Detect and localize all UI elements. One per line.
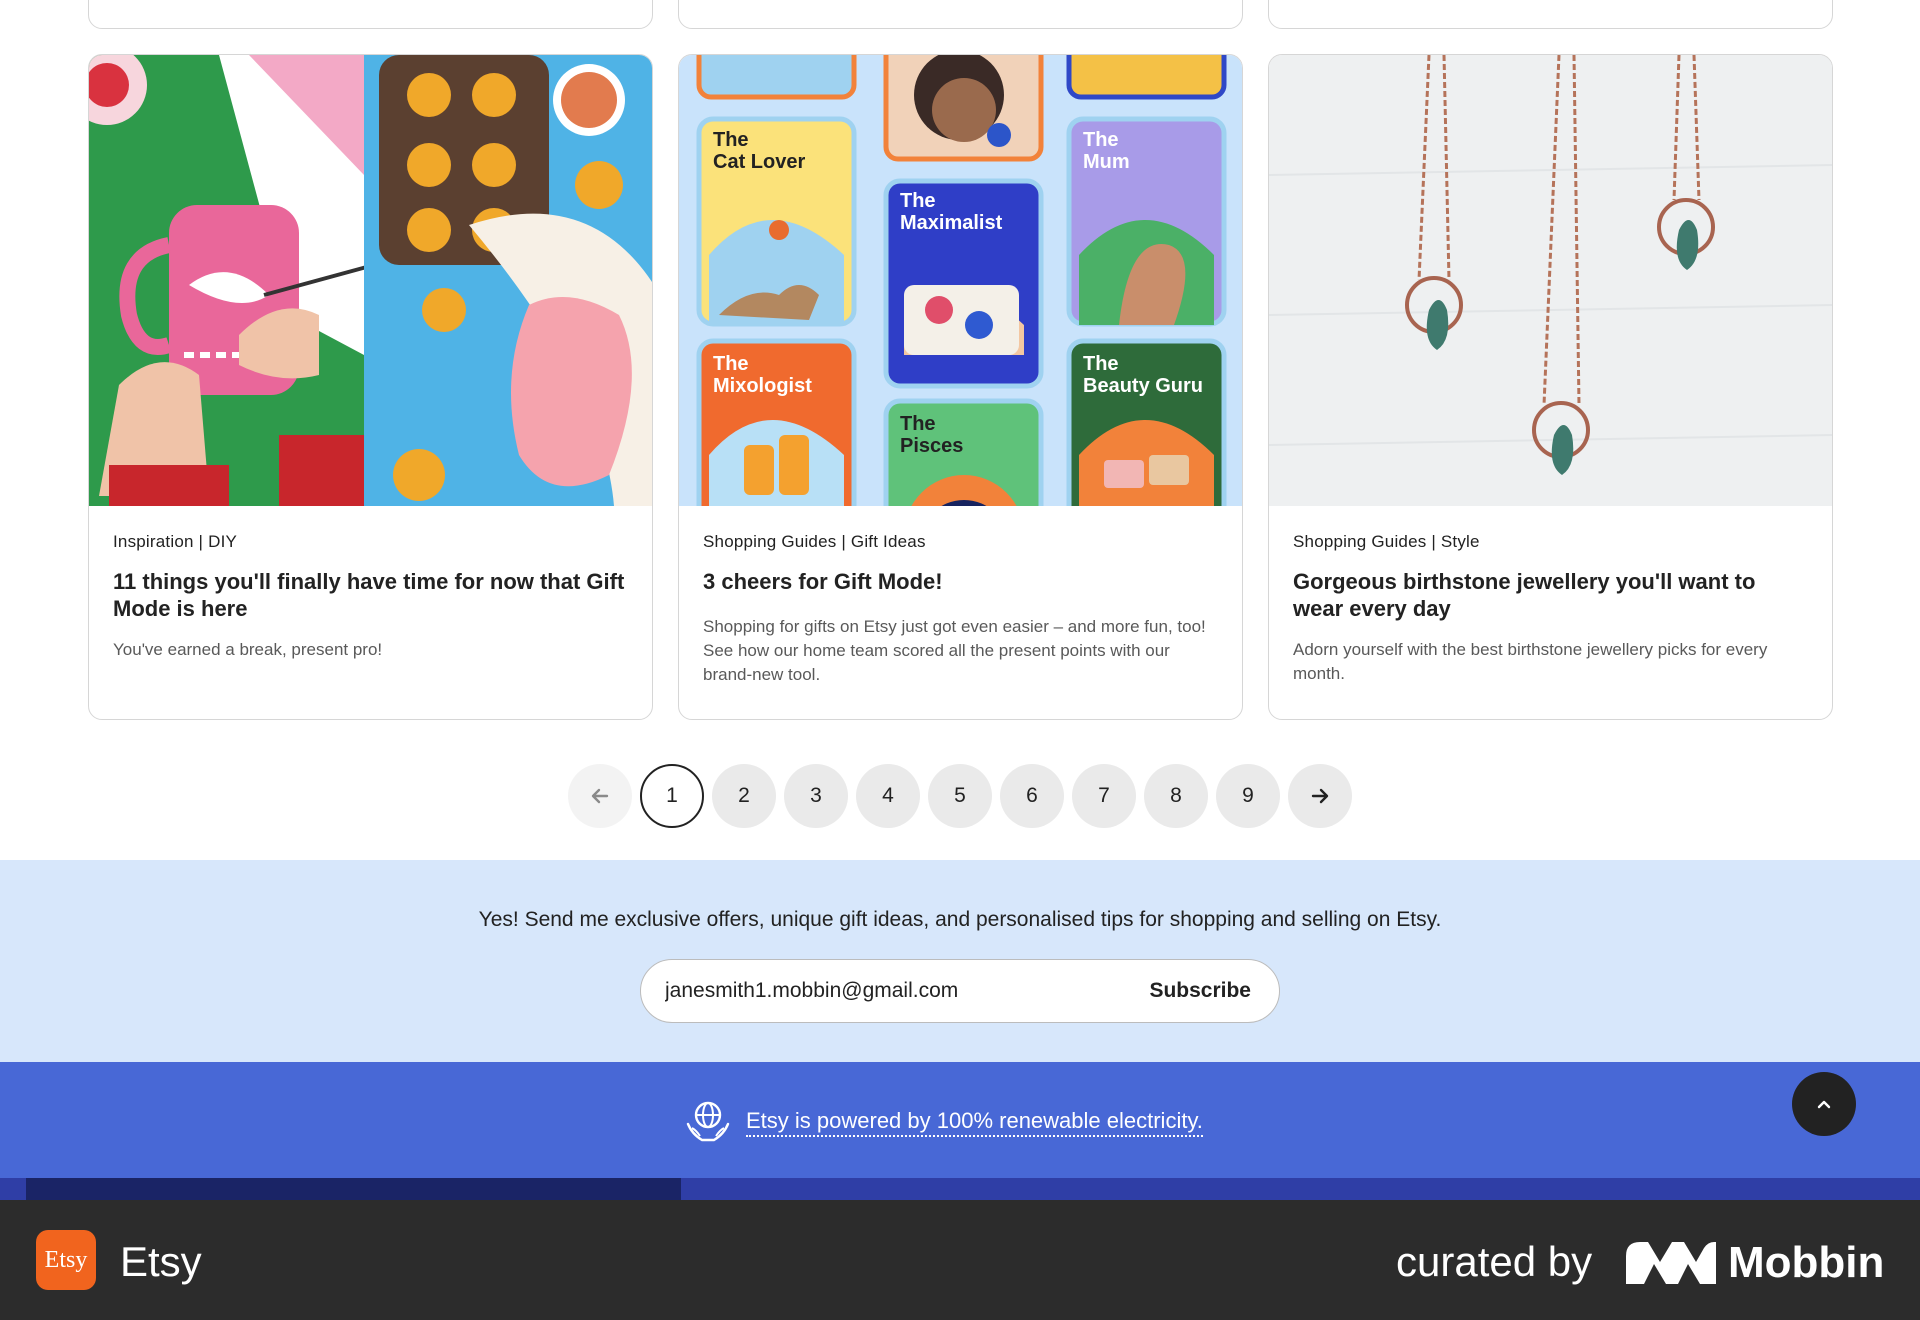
pagination: 1 2 3 4 5 6 7 8 9 xyxy=(568,764,1352,828)
page-button-4[interactable]: 4 xyxy=(856,764,920,828)
article-card-top-3[interactable] xyxy=(1268,0,1833,29)
article-image-gift-mode[interactable]: The Cat Lover The Maximalist The Mum The Mix… xyxy=(679,55,1242,506)
renewable-link[interactable]: Etsy is powered by 100% renewable electr… xyxy=(746,1108,1203,1137)
next-page-button[interactable] xyxy=(1288,764,1352,828)
tile-cat-lover: The Cat Lover xyxy=(713,129,806,173)
app-name: Etsy xyxy=(120,1238,202,1285)
article-card[interactable]: The Cat Lover The Maximalist The Mum The Mix… xyxy=(678,54,1243,720)
article-description: Shopping for gifts on Etsy just got even… xyxy=(703,617,1206,684)
page-button-3[interactable]: 3 xyxy=(784,764,848,828)
arrow-left-icon xyxy=(591,788,609,804)
article-title[interactable]: 3 cheers for Gift Mode! xyxy=(703,568,1218,595)
article-card[interactable]: Shopping Guides | Style Gorgeous birthst… xyxy=(1268,54,1833,720)
article-title[interactable]: Gorgeous birthstone jewellery you'll wan… xyxy=(1293,568,1808,622)
arrow-right-icon xyxy=(1311,788,1329,804)
page-button-7[interactable]: 7 xyxy=(1072,764,1136,828)
page-button-1[interactable]: 1 xyxy=(640,764,704,828)
article-card[interactable]: Inspiration | DIY 11 things you'll final… xyxy=(88,54,653,720)
article-category: Shopping Guides | Style xyxy=(1293,532,1480,551)
tile-pisces: The Pisces xyxy=(900,413,964,457)
page-button-5[interactable]: 5 xyxy=(928,764,992,828)
curated-by-label: curated by xyxy=(1396,1238,1593,1285)
tile-maximalist: The Maximalist xyxy=(900,190,1003,234)
article-card-top-1[interactable] xyxy=(88,0,653,29)
chevron-up-icon xyxy=(1817,1100,1831,1109)
page-button-8[interactable]: 8 xyxy=(1144,764,1208,828)
mobbin-wordmark: Mobbin xyxy=(1728,1238,1885,1287)
tile-beauty-guru: The Beauty Guru xyxy=(1083,353,1204,397)
subscribe-button[interactable]: Subscribe xyxy=(1149,960,1251,1022)
page-button-6[interactable]: 6 xyxy=(1000,764,1064,828)
renewable-banner: Etsy is powered by 100% renewable electr… xyxy=(0,1062,1920,1178)
article-category: Inspiration | DIY xyxy=(113,532,238,551)
prev-page-button[interactable] xyxy=(568,764,632,828)
back-to-top-button[interactable] xyxy=(1792,1072,1856,1136)
article-category: Shopping Guides | Gift Ideas xyxy=(703,532,926,551)
article-image-birthstone[interactable] xyxy=(1269,55,1832,506)
email-field[interactable] xyxy=(665,960,1105,1022)
article-description: You've earned a break, present pro! xyxy=(113,640,383,659)
mobbin-logo: Mobbin xyxy=(1626,1238,1884,1288)
globe-hands-icon xyxy=(686,1101,730,1142)
footer-stripe-dark xyxy=(26,1178,681,1200)
article-card-top-2[interactable] xyxy=(678,0,1243,29)
bottom-bar: Etsy Etsy curated by Mobbin xyxy=(0,1200,1920,1320)
newsletter-form: Subscribe xyxy=(640,959,1280,1023)
tile-mum: The Mum xyxy=(1083,129,1130,173)
newsletter-section: Yes! Send me exclusive offers, unique gi… xyxy=(0,860,1920,1062)
article-image-diy[interactable] xyxy=(89,55,652,506)
article-title[interactable]: 11 things you'll finally have time for n… xyxy=(113,568,628,622)
page-button-2[interactable]: 2 xyxy=(712,764,776,828)
article-description: Adorn yourself with the best birthstone … xyxy=(1293,640,1768,683)
mobbin-mark-icon xyxy=(1626,1242,1716,1284)
app-icon: Etsy xyxy=(36,1230,96,1290)
tile-mixologist: The Mixologist xyxy=(713,353,812,397)
newsletter-message: Yes! Send me exclusive offers, unique gi… xyxy=(478,908,1442,931)
page-button-9[interactable]: 9 xyxy=(1216,764,1280,828)
